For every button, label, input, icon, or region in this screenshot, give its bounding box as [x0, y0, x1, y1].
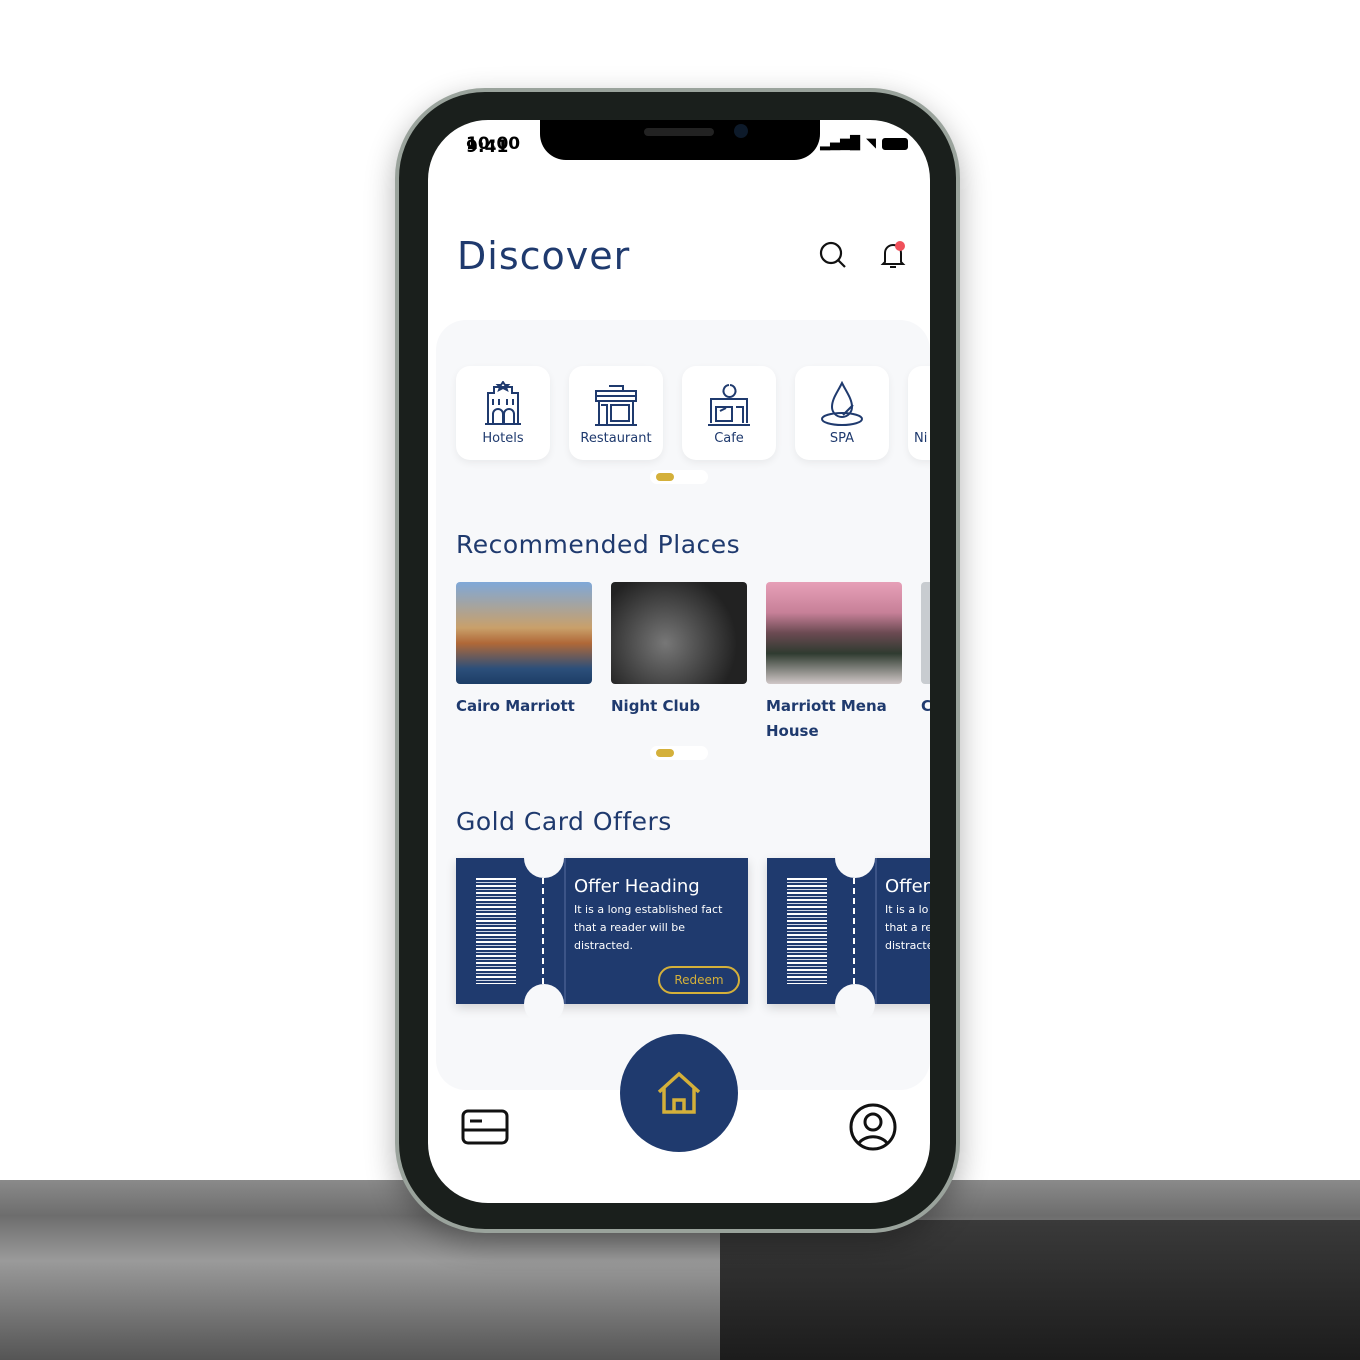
place-name: Marriott Mena House: [766, 697, 887, 740]
barcode-icon: [787, 878, 827, 984]
barcode-icon: [476, 878, 516, 984]
places-pager[interactable]: [650, 746, 708, 760]
signal-icon: ▂▄▆█: [820, 136, 860, 151]
notification-dot: [895, 241, 905, 251]
place-card[interactable]: Cairo Marriott: [456, 582, 592, 744]
card-icon[interactable]: [460, 1102, 510, 1152]
battery-icon: [882, 137, 908, 150]
restaurant-icon: [595, 384, 637, 426]
category-pager[interactable]: [650, 470, 708, 484]
status-icons: ▂▄▆█ ◥: [820, 136, 908, 151]
recommended-title: Recommended Places: [456, 530, 741, 559]
category-list: Hotels Restaurant Cafe SPA Ni: [456, 366, 930, 460]
category-cafe[interactable]: Cafe: [682, 366, 776, 460]
place-image: [766, 582, 902, 684]
profile-icon[interactable]: [848, 1102, 898, 1152]
category-nightlife[interactable]: Ni: [908, 366, 930, 460]
home-button[interactable]: [620, 1034, 738, 1152]
bell-icon[interactable]: [878, 240, 908, 270]
search-icon[interactable]: [818, 240, 848, 270]
offer-card[interactable]: Offer It is a lo that a re distracte: [767, 838, 930, 1024]
place-name: C: [921, 697, 930, 715]
place-name: Cairo Marriott: [456, 697, 575, 715]
status-time-b: 9:41: [466, 137, 509, 157]
places-list: Cairo Marriott Night Club Marriott Mena …: [456, 582, 930, 744]
category-label: Cafe: [714, 430, 744, 446]
offers-list: Offer Heading It is a long established fa…: [456, 838, 930, 1024]
place-image: [456, 582, 592, 684]
page-title: Discover: [457, 234, 631, 278]
category-hotels[interactable]: Hotels: [456, 366, 550, 460]
offer-heading: Offer: [885, 876, 930, 897]
redeem-button[interactable]: Redeem: [658, 966, 740, 994]
offer-text: It is a lo that a re distracte: [885, 903, 930, 952]
offer-text: It is a long established fact that a rea…: [574, 903, 723, 952]
notch: [540, 120, 820, 160]
place-image: [611, 582, 747, 684]
category-label: Ni: [914, 431, 928, 446]
place-card[interactable]: Marriott Mena House: [766, 582, 902, 744]
cafe-icon: [708, 383, 750, 426]
hotel-icon: [485, 380, 521, 425]
wifi-icon: ◥: [866, 136, 876, 151]
offers-title: Gold Card Offers: [456, 807, 672, 836]
offer-heading: Offer Heading: [574, 876, 700, 897]
place-image: [921, 582, 930, 684]
offer-card[interactable]: Offer Heading It is a long established fa…: [456, 838, 748, 1024]
home-icon: [657, 1071, 701, 1114]
spa-icon: [821, 380, 863, 426]
category-label: SPA: [829, 430, 855, 446]
place-name: Night Club: [611, 697, 701, 715]
category-restaurant[interactable]: Restaurant: [569, 366, 663, 460]
app-screen: 10:00 9:41 ▂▄▆█ ◥ Discover Hotels Restaura…: [428, 120, 930, 1203]
category-label: Hotels: [482, 430, 524, 446]
category-label: Restaurant: [580, 430, 652, 446]
place-card[interactable]: C: [921, 582, 930, 744]
category-spa[interactable]: SPA: [795, 366, 889, 460]
place-card[interactable]: Night Club: [611, 582, 747, 744]
